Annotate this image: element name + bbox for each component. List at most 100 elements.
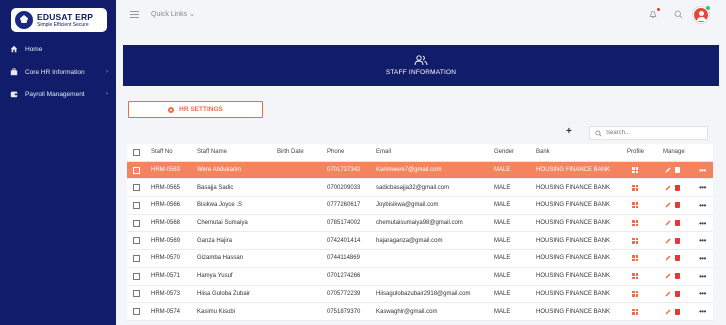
col-header-staff-name[interactable]: Staff Name	[197, 149, 227, 155]
more-options-icon[interactable]: •••	[699, 166, 706, 175]
view-profile-icon[interactable]	[632, 290, 638, 297]
more-options-icon[interactable]: •••	[699, 183, 706, 192]
chevron-right-icon: ›	[106, 69, 108, 75]
more-options-icon[interactable]: •••	[699, 289, 706, 298]
gender: MALE	[494, 220, 511, 227]
table-row[interactable]: HRM-0565 Basajja Sadic 0700209033 sadicbasa…	[127, 179, 713, 198]
row-checkbox[interactable]	[133, 184, 140, 192]
users-icon	[414, 55, 428, 66]
col-header-staff-no[interactable]: Staff No	[151, 149, 173, 155]
staff-name: Were Abdukarim	[197, 167, 242, 174]
delete-trash-icon[interactable]	[675, 308, 680, 315]
select-all-checkbox[interactable]	[133, 148, 140, 156]
gender: MALE	[494, 237, 511, 244]
view-profile-icon[interactable]	[632, 308, 638, 315]
home-icon	[10, 45, 18, 53]
brand-tagline: Simple Efficient Secure	[37, 21, 89, 28]
delete-trash-icon[interactable]	[675, 255, 680, 262]
wallet-icon	[10, 91, 18, 98]
view-profile-icon[interactable]	[632, 184, 638, 191]
table-header: Staff No Staff Name Birth Date Phone Ema…	[127, 144, 713, 162]
email: Karimwere7@gmail.com	[376, 167, 442, 174]
table-row[interactable]: HRM-0563 Were Abdukarim 0701737342 Karimwer…	[127, 161, 713, 180]
view-profile-icon[interactable]	[632, 237, 638, 244]
more-options-icon[interactable]: •••	[699, 272, 706, 281]
gender: MALE	[494, 167, 511, 174]
table-row[interactable]: HRM-0573 Hiisa Guloba Zubair 0705772239 Hii…	[127, 285, 713, 304]
table-row[interactable]: HRM-0570 Gizamba Hassan 0744114869 MALE HOUS…	[127, 250, 713, 268]
sidebar-item-payroll[interactable]: Payroll Management ›	[0, 86, 116, 102]
edit-pencil-icon[interactable]	[665, 220, 671, 226]
sidebar-item-home[interactable]: Home	[0, 41, 116, 57]
staff-no: HRM-0573	[151, 290, 181, 297]
view-profile-icon[interactable]	[632, 167, 638, 174]
edit-pencil-icon[interactable]	[665, 238, 671, 244]
table-row[interactable]: HRM-0569 Ganza Hajira 0742401414 hajaraganz…	[127, 232, 713, 251]
more-options-icon[interactable]: •••	[699, 307, 706, 316]
edit-pencil-icon[interactable]	[665, 167, 671, 173]
staff-name: Kasimu Kisubi	[197, 308, 236, 315]
search-icon[interactable]	[674, 10, 683, 19]
staff-no: HRM-0574	[151, 308, 181, 315]
table-row[interactable]: HRM-0571 Hamya Yusuf 0701274266 MALE HOUSING…	[127, 267, 713, 286]
bank: HOUSING FINANCE BANK	[536, 167, 611, 174]
add-staff-button[interactable]: +	[566, 126, 572, 137]
col-header-profile: Profile	[627, 149, 645, 156]
more-options-icon[interactable]: •••	[699, 254, 706, 263]
table-row[interactable]: HRM-0566 Bisikwa Joyce .S 0777260617 Joybis…	[127, 197, 713, 215]
more-options-icon[interactable]: •••	[699, 219, 706, 228]
more-options-icon[interactable]: •••	[699, 201, 706, 210]
search-input[interactable]	[606, 130, 706, 136]
gender: MALE	[494, 184, 511, 191]
view-profile-icon[interactable]	[632, 220, 638, 227]
staff-name: Gizamba Hassan	[197, 255, 244, 262]
edit-pencil-icon[interactable]	[665, 255, 671, 261]
edit-pencil-icon[interactable]	[665, 202, 671, 208]
delete-trash-icon[interactable]	[675, 167, 680, 174]
col-header-bank[interactable]: Bank	[536, 149, 550, 155]
table-row[interactable]: HRM-0568 Chemutai Sumaiya 0785174002 chemut…	[127, 214, 713, 233]
col-header-phone[interactable]: Phone	[327, 149, 344, 155]
notification-bell-icon[interactable]	[649, 10, 657, 19]
row-checkbox[interactable]	[133, 272, 140, 280]
table-row[interactable]: HRM-0574 Kasimu Kisubi 0751879370 Kaswaghir…	[127, 303, 713, 321]
delete-trash-icon[interactable]	[675, 202, 680, 209]
row-checkbox[interactable]	[133, 219, 140, 227]
row-checkbox[interactable]	[133, 201, 140, 209]
col-header-birth-date[interactable]: Birth Date	[277, 149, 304, 155]
email: Joybisikwa@gmail.com	[376, 202, 439, 209]
edit-pencil-icon[interactable]	[665, 309, 671, 315]
view-profile-icon[interactable]	[632, 255, 638, 262]
gender: MALE	[494, 308, 511, 315]
delete-trash-icon[interactable]	[675, 184, 680, 191]
view-profile-icon[interactable]	[632, 273, 638, 280]
delete-trash-icon[interactable]	[675, 290, 680, 297]
search-box[interactable]	[589, 126, 708, 140]
row-checkbox[interactable]	[133, 166, 140, 174]
row-checkbox[interactable]	[133, 290, 140, 298]
delete-trash-icon[interactable]	[675, 237, 680, 244]
edit-pencil-icon[interactable]	[665, 273, 671, 279]
staff-name: Basajja Sadic	[197, 184, 234, 191]
edit-pencil-icon[interactable]	[665, 291, 671, 297]
row-checkbox[interactable]	[133, 254, 140, 262]
delete-trash-icon[interactable]	[675, 273, 680, 280]
sidebar-item-core-hr[interactable]: Core HR Information ›	[0, 64, 116, 80]
edit-pencil-icon[interactable]	[665, 185, 671, 191]
phone: 0700209033	[327, 184, 361, 191]
bank: HOUSING FINANCE BANK	[536, 273, 611, 280]
col-header-gender[interactable]: Gender	[494, 149, 514, 155]
gender: MALE	[494, 255, 511, 262]
col-header-manage: Manage	[663, 149, 685, 156]
view-profile-icon[interactable]	[632, 202, 638, 209]
staff-no: HRM-0565	[151, 184, 181, 191]
row-checkbox[interactable]	[133, 308, 140, 316]
row-checkbox[interactable]	[133, 237, 140, 245]
more-options-icon[interactable]: •••	[699, 236, 706, 245]
brand-logo-box[interactable]: EDUSAT ERP Simple Efficient Secure	[11, 8, 107, 32]
col-header-email[interactable]: Email	[376, 149, 391, 155]
delete-trash-icon[interactable]	[675, 220, 680, 227]
quick-links-dropdown[interactable]: Quick Links ⌄	[151, 10, 195, 18]
hr-settings-button[interactable]: HR SETTINGS	[128, 101, 263, 118]
menu-toggle-icon[interactable]	[130, 11, 139, 18]
